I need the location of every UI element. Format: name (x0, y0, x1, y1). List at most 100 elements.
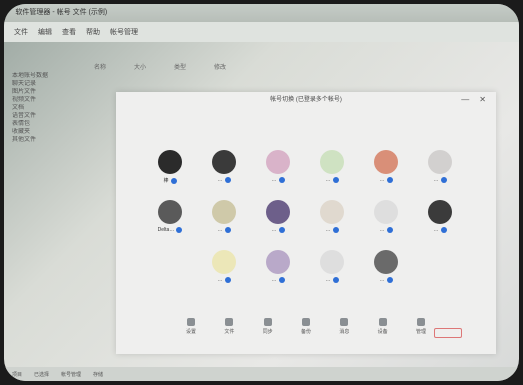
account-name: … (271, 277, 277, 283)
account-item[interactable]: … (248, 250, 308, 283)
account-item[interactable]: … (410, 200, 470, 233)
account-name: … (217, 177, 223, 183)
menu-bar: 文件 编辑 查看 帮助 帐号管理 (4, 22, 519, 42)
account-name: … (325, 177, 331, 183)
footer-item-settings[interactable]: 设置 (186, 318, 196, 335)
sidebar-item[interactable]: 表情包 (12, 120, 104, 128)
minimize-button[interactable]: — (461, 95, 469, 104)
footer-label: 设备 (377, 329, 388, 335)
status-badge (224, 177, 231, 183)
account-item[interactable]: … (302, 250, 362, 283)
status-badge (386, 277, 393, 283)
footer-item-manage[interactable]: 管理 (416, 318, 426, 335)
account-item[interactable]: … (356, 250, 416, 283)
logout-button[interactable] (434, 328, 462, 338)
sidebar: 本地账号数据 聊天记录 图片文件 视频文件 文档 语音文件 表情包 收藏夹 其他… (12, 72, 104, 144)
sidebar-item[interactable]: 视频文件 (12, 96, 104, 104)
account-name: … (217, 277, 223, 283)
close-button[interactable]: ✕ (479, 95, 486, 104)
account-item[interactable]: … (248, 150, 308, 183)
account-item[interactable]: … (194, 200, 254, 233)
sidebar-item[interactable]: 聊天记录 (12, 80, 104, 88)
avatar (158, 200, 182, 224)
sidebar-item[interactable]: 其他文件 (12, 136, 104, 144)
status-badge (278, 277, 285, 283)
status-text: 帐号管理 (61, 371, 82, 378)
backup-icon (301, 318, 310, 326)
account-name: … (325, 277, 331, 283)
avatar (374, 200, 398, 224)
menu-view[interactable]: 查看 (62, 27, 76, 37)
gear-icon (187, 318, 195, 326)
account-item[interactable]: … (248, 200, 308, 233)
avatar (428, 150, 452, 174)
avatar (266, 200, 290, 224)
avatar (158, 150, 182, 174)
footer-item-sync[interactable]: 同步 (263, 318, 273, 335)
avatar (374, 250, 398, 274)
account-item[interactable]: … (194, 150, 254, 183)
footer-item-devices[interactable]: 设备 (378, 318, 388, 335)
avatar (428, 200, 452, 224)
col-modified[interactable]: 修改 (214, 62, 226, 74)
footer-label: 设置 (186, 329, 197, 335)
account-switch-dialog: 帐号切换 (已登录多个帐号) — ✕ 棒 … … … … … Delta… … … (116, 92, 496, 354)
status-bar: 项目 已选择 帐号管理 存储 (4, 367, 519, 381)
col-size[interactable]: 大小 (134, 62, 146, 74)
folder-icon (225, 318, 234, 326)
footer-label: 管理 (415, 329, 426, 335)
dialog-title: 帐号切换 (已登录多个帐号) (270, 97, 342, 103)
status-badge (170, 177, 177, 184)
account-item[interactable]: … (356, 200, 416, 233)
account-name: … (271, 177, 277, 183)
account-item[interactable]: … (356, 150, 416, 183)
status-badge (278, 227, 285, 233)
window-title: 软件管理器 - 帐号 文件 (示例) (4, 4, 519, 22)
dialog-controls: — ✕ (461, 95, 486, 104)
avatar (212, 200, 236, 224)
status-text: 项目 (12, 371, 23, 378)
sidebar-item[interactable]: 图片文件 (12, 88, 104, 96)
account-name: 棒 (163, 178, 169, 184)
account-name: … (379, 227, 385, 233)
account-name: … (325, 227, 331, 233)
menu-file[interactable]: 文件 (14, 27, 28, 37)
account-name: … (271, 227, 277, 233)
avatar (320, 250, 344, 274)
status-badge (224, 277, 231, 283)
account-item[interactable]: … (194, 250, 254, 283)
status-badge (176, 227, 183, 233)
menu-accounts[interactable]: 帐号管理 (110, 27, 138, 37)
status-badge (332, 177, 339, 183)
column-header: 名称 大小 类型 修改 (94, 62, 504, 74)
account-item[interactable]: 棒 (140, 150, 200, 184)
sidebar-item[interactable]: 语音文件 (12, 112, 104, 120)
status-badge (332, 277, 339, 283)
account-item[interactable]: Delta… (140, 200, 200, 233)
menu-help[interactable]: 帮助 (86, 27, 100, 37)
account-item[interactable]: … (302, 200, 362, 233)
screen-photo: 软件管理器 - 帐号 文件 (示例) 文件 编辑 查看 帮助 帐号管理 名称 大… (4, 4, 519, 381)
footer-item-files[interactable]: 文件 (224, 318, 234, 335)
account-item[interactable]: … (410, 150, 470, 183)
status-text: 存储 (93, 371, 104, 378)
avatar (266, 250, 290, 274)
footer-label: 同步 (262, 329, 273, 335)
message-icon (340, 318, 349, 326)
sidebar-item[interactable]: 本地账号数据 (12, 72, 104, 80)
status-badge (224, 227, 231, 233)
status-badge (386, 227, 393, 233)
account-name: … (217, 227, 223, 233)
account-item[interactable]: … (302, 150, 362, 183)
account-name: … (379, 277, 385, 283)
menu-edit[interactable]: 编辑 (38, 27, 52, 37)
manage-icon (416, 318, 425, 326)
footer-item-backup[interactable]: 备份 (301, 318, 311, 335)
account-name: … (379, 177, 385, 183)
sidebar-item[interactable]: 收藏夹 (12, 128, 104, 136)
status-badge (386, 177, 393, 183)
col-type[interactable]: 类型 (174, 62, 186, 74)
avatar (374, 150, 398, 174)
footer-item-messages[interactable]: 消息 (339, 318, 349, 335)
sidebar-item[interactable]: 文档 (12, 104, 104, 112)
